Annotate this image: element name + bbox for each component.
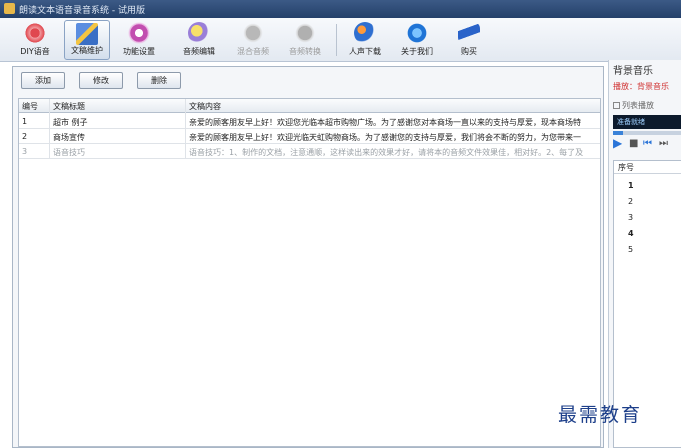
delete-button[interactable]: 删除	[137, 72, 181, 89]
app-icon	[4, 3, 15, 14]
add-button[interactable]: 添加	[21, 72, 65, 89]
player-controls: ▶ ■ ⏮ ⏭	[613, 136, 681, 152]
table-header: 编号 文稿标题 文稿内容	[19, 99, 600, 113]
table-row[interactable]: 1 超市 例子 亲爱的顾客朋友早上好！欢迎您光临本超市购物广场。为了感谢您对本商…	[19, 114, 600, 129]
audio-convert-icon	[294, 22, 316, 44]
column-id[interactable]: 编号	[22, 101, 38, 112]
title-bar: 朗读文本语音录音系统 - 试用版	[0, 0, 681, 18]
document-edit-icon	[76, 23, 98, 45]
edit-button[interactable]: 修改	[79, 72, 123, 89]
seek-progress	[613, 131, 623, 135]
document-table: 编号 文稿标题 文稿内容 1 超市 例子 亲爱的顾客朋友早上好！欢迎您光临本超市…	[18, 98, 601, 447]
tool-voice-download[interactable]: 人声下载	[342, 20, 388, 60]
runner-icon	[458, 22, 480, 44]
playback-hint: 播放：背景音乐	[613, 82, 669, 91]
list-item[interactable]: 1	[628, 181, 634, 190]
tool-document-maintain[interactable]: 文稿维护	[64, 20, 110, 60]
column-title[interactable]: 文稿标题	[53, 101, 85, 112]
action-bar: 添加 修改 删除	[13, 67, 603, 93]
tool-settings[interactable]: 功能设置	[116, 20, 162, 60]
background-music-panel: 背景音乐 播放：背景音乐 列表播放 准备就绪 ▶ ■ ⏮ ⏭ 序号 1 2 3 …	[608, 60, 681, 448]
tool-audio-edit[interactable]: 音频编辑	[176, 20, 222, 60]
next-icon[interactable]: ⏭	[659, 138, 668, 149]
tool-mix-audio[interactable]: 混合音频	[230, 20, 276, 60]
table-row[interactable]: 2 商场宣传 亲爱的顾客朋友早上好！欢迎光临天虹购物商场。为了感谢您的支持与厚爱…	[19, 129, 600, 144]
checkbox-icon	[613, 102, 620, 109]
stop-icon[interactable]: ■	[629, 138, 638, 149]
info-icon	[406, 22, 428, 44]
table-row[interactable]: 3 语音技巧 语音技巧：1、制作的文档，注意通顺，这样读出来的效果才好，请将本的…	[19, 144, 600, 159]
toolbar-separator	[336, 24, 337, 56]
column-content[interactable]: 文稿内容	[189, 101, 221, 112]
window-title: 朗读文本语音录音系统 - 试用版	[19, 6, 145, 16]
tool-audio-convert[interactable]: 音频转换	[282, 20, 328, 60]
list-item[interactable]: 5	[628, 245, 633, 254]
list-item[interactable]: 3	[628, 213, 633, 222]
tool-about-us[interactable]: 关于我们	[394, 20, 440, 60]
audio-edit-icon	[188, 22, 210, 44]
globe-icon	[354, 22, 376, 44]
list-play-checkbox[interactable]: 列表播放	[613, 100, 654, 111]
toolbar: DIY语音 文稿维护 功能设置 音频编辑 混合音频 音频转换 人声下载 关于我们…	[0, 18, 681, 62]
play-icon[interactable]: ▶	[613, 136, 622, 150]
document-panel: 添加 修改 删除 编号 文稿标题 文稿内容 1 超市 例子 亲爱的顾客朋友早上好…	[12, 66, 604, 448]
list-item[interactable]: 4	[628, 229, 634, 238]
panel-heading: 背景音乐	[613, 66, 653, 77]
pinwheel-icon	[24, 22, 46, 44]
tool-diy-voice[interactable]: DIY语音	[12, 20, 58, 60]
previous-icon[interactable]: ⏮	[643, 138, 652, 149]
seek-slider[interactable]	[613, 131, 681, 135]
mix-audio-icon	[242, 22, 264, 44]
list-header: 序号	[614, 161, 681, 174]
gear-icon	[128, 22, 150, 44]
watermark: 最需教育	[558, 404, 643, 426]
tool-purchase[interactable]: 购买	[446, 20, 492, 60]
list-item[interactable]: 2	[628, 197, 633, 206]
media-player-display: 准备就绪	[613, 115, 681, 129]
